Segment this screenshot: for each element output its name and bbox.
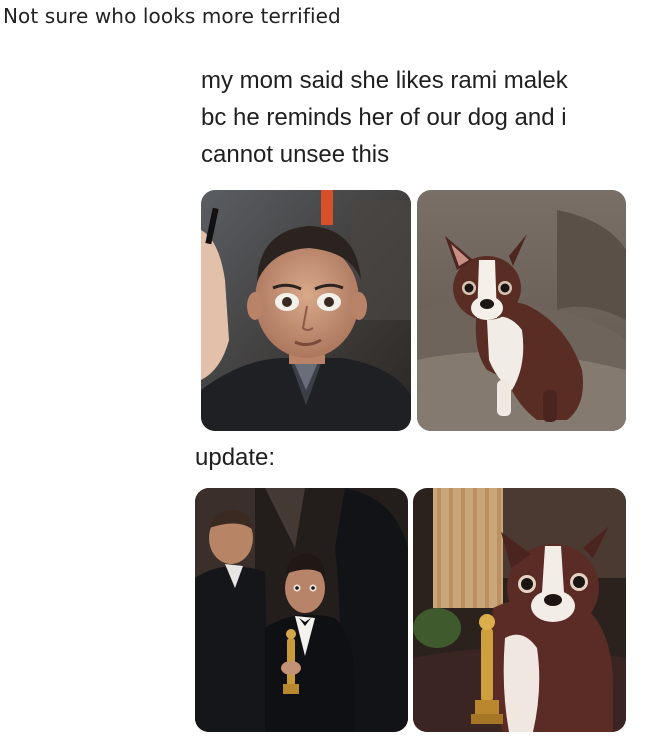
photo-dog-with-trophy: [413, 488, 626, 732]
photo-man-surprised: [201, 190, 411, 431]
photo-man-with-trophy: [195, 488, 408, 732]
tweet-line: bc he reminds her of our dog and i: [201, 104, 567, 131]
update-label: update:: [195, 444, 276, 471]
post-caption: Not sure who looks more terrified: [3, 4, 341, 28]
tweet-text: my mom said she likes rami malek bc he r…: [201, 62, 621, 173]
photo-dog-on-couch: [417, 190, 626, 431]
tweet-line: my mom said she likes rami malek: [201, 67, 568, 94]
tweet-line: cannot unsee this: [201, 141, 390, 168]
